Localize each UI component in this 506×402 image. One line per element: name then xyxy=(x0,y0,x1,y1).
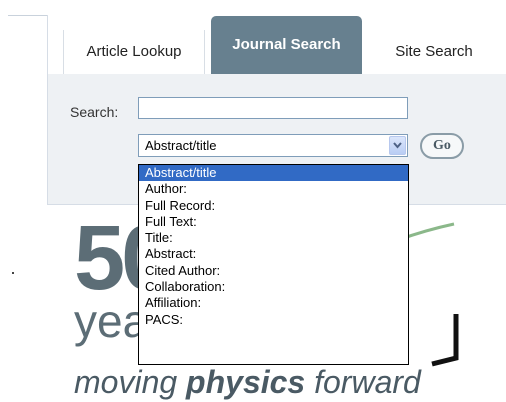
dropdown-option-abstract[interactable]: Abstract: xyxy=(139,246,408,262)
dropdown-option-collaboration[interactable]: Collaboration: xyxy=(139,279,408,295)
logo-hook-icon xyxy=(431,314,459,367)
dropdown-option-full-text[interactable]: Full Text: xyxy=(139,214,408,230)
logo-tagline: moving physics forward xyxy=(74,362,421,402)
dropdown-option-author[interactable]: Author: xyxy=(139,181,408,197)
search-input[interactable] xyxy=(138,97,408,119)
dropdown-option-affiliation[interactable]: Affiliation: xyxy=(139,295,408,311)
dropdown-option-title[interactable]: Title: xyxy=(139,230,408,246)
dropdown-option-full-record[interactable]: Full Record: xyxy=(139,198,408,214)
tab-article-lookup[interactable]: Article Lookup xyxy=(63,30,205,74)
go-button[interactable]: Go xyxy=(420,133,464,159)
dropdown-option-abstract-title[interactable]: Abstract/title xyxy=(139,165,408,182)
chevron-down-icon[interactable] xyxy=(389,136,406,155)
tab-journal-search[interactable]: Journal Search xyxy=(211,16,362,74)
dropdown-option-cited-author[interactable]: Cited Author: xyxy=(139,263,408,279)
dropdown-option-pacs[interactable]: PACS: xyxy=(139,312,408,328)
search-label: Search: xyxy=(70,104,119,120)
tab-site-search[interactable]: Site Search xyxy=(362,30,506,74)
tagline-suffix: forward xyxy=(305,364,421,400)
tagline-bold: physics xyxy=(186,364,306,400)
search-field-select[interactable]: Abstract/title xyxy=(138,134,408,157)
select-current-value: Abstract/title xyxy=(145,138,217,153)
tagline-prefix: moving xyxy=(74,364,187,400)
search-field-dropdown: Abstract/title Author: Full Record: Full… xyxy=(138,164,409,365)
tab-bar: Article Lookup Journal Search Site Searc… xyxy=(48,16,506,74)
top-divider xyxy=(8,15,48,16)
